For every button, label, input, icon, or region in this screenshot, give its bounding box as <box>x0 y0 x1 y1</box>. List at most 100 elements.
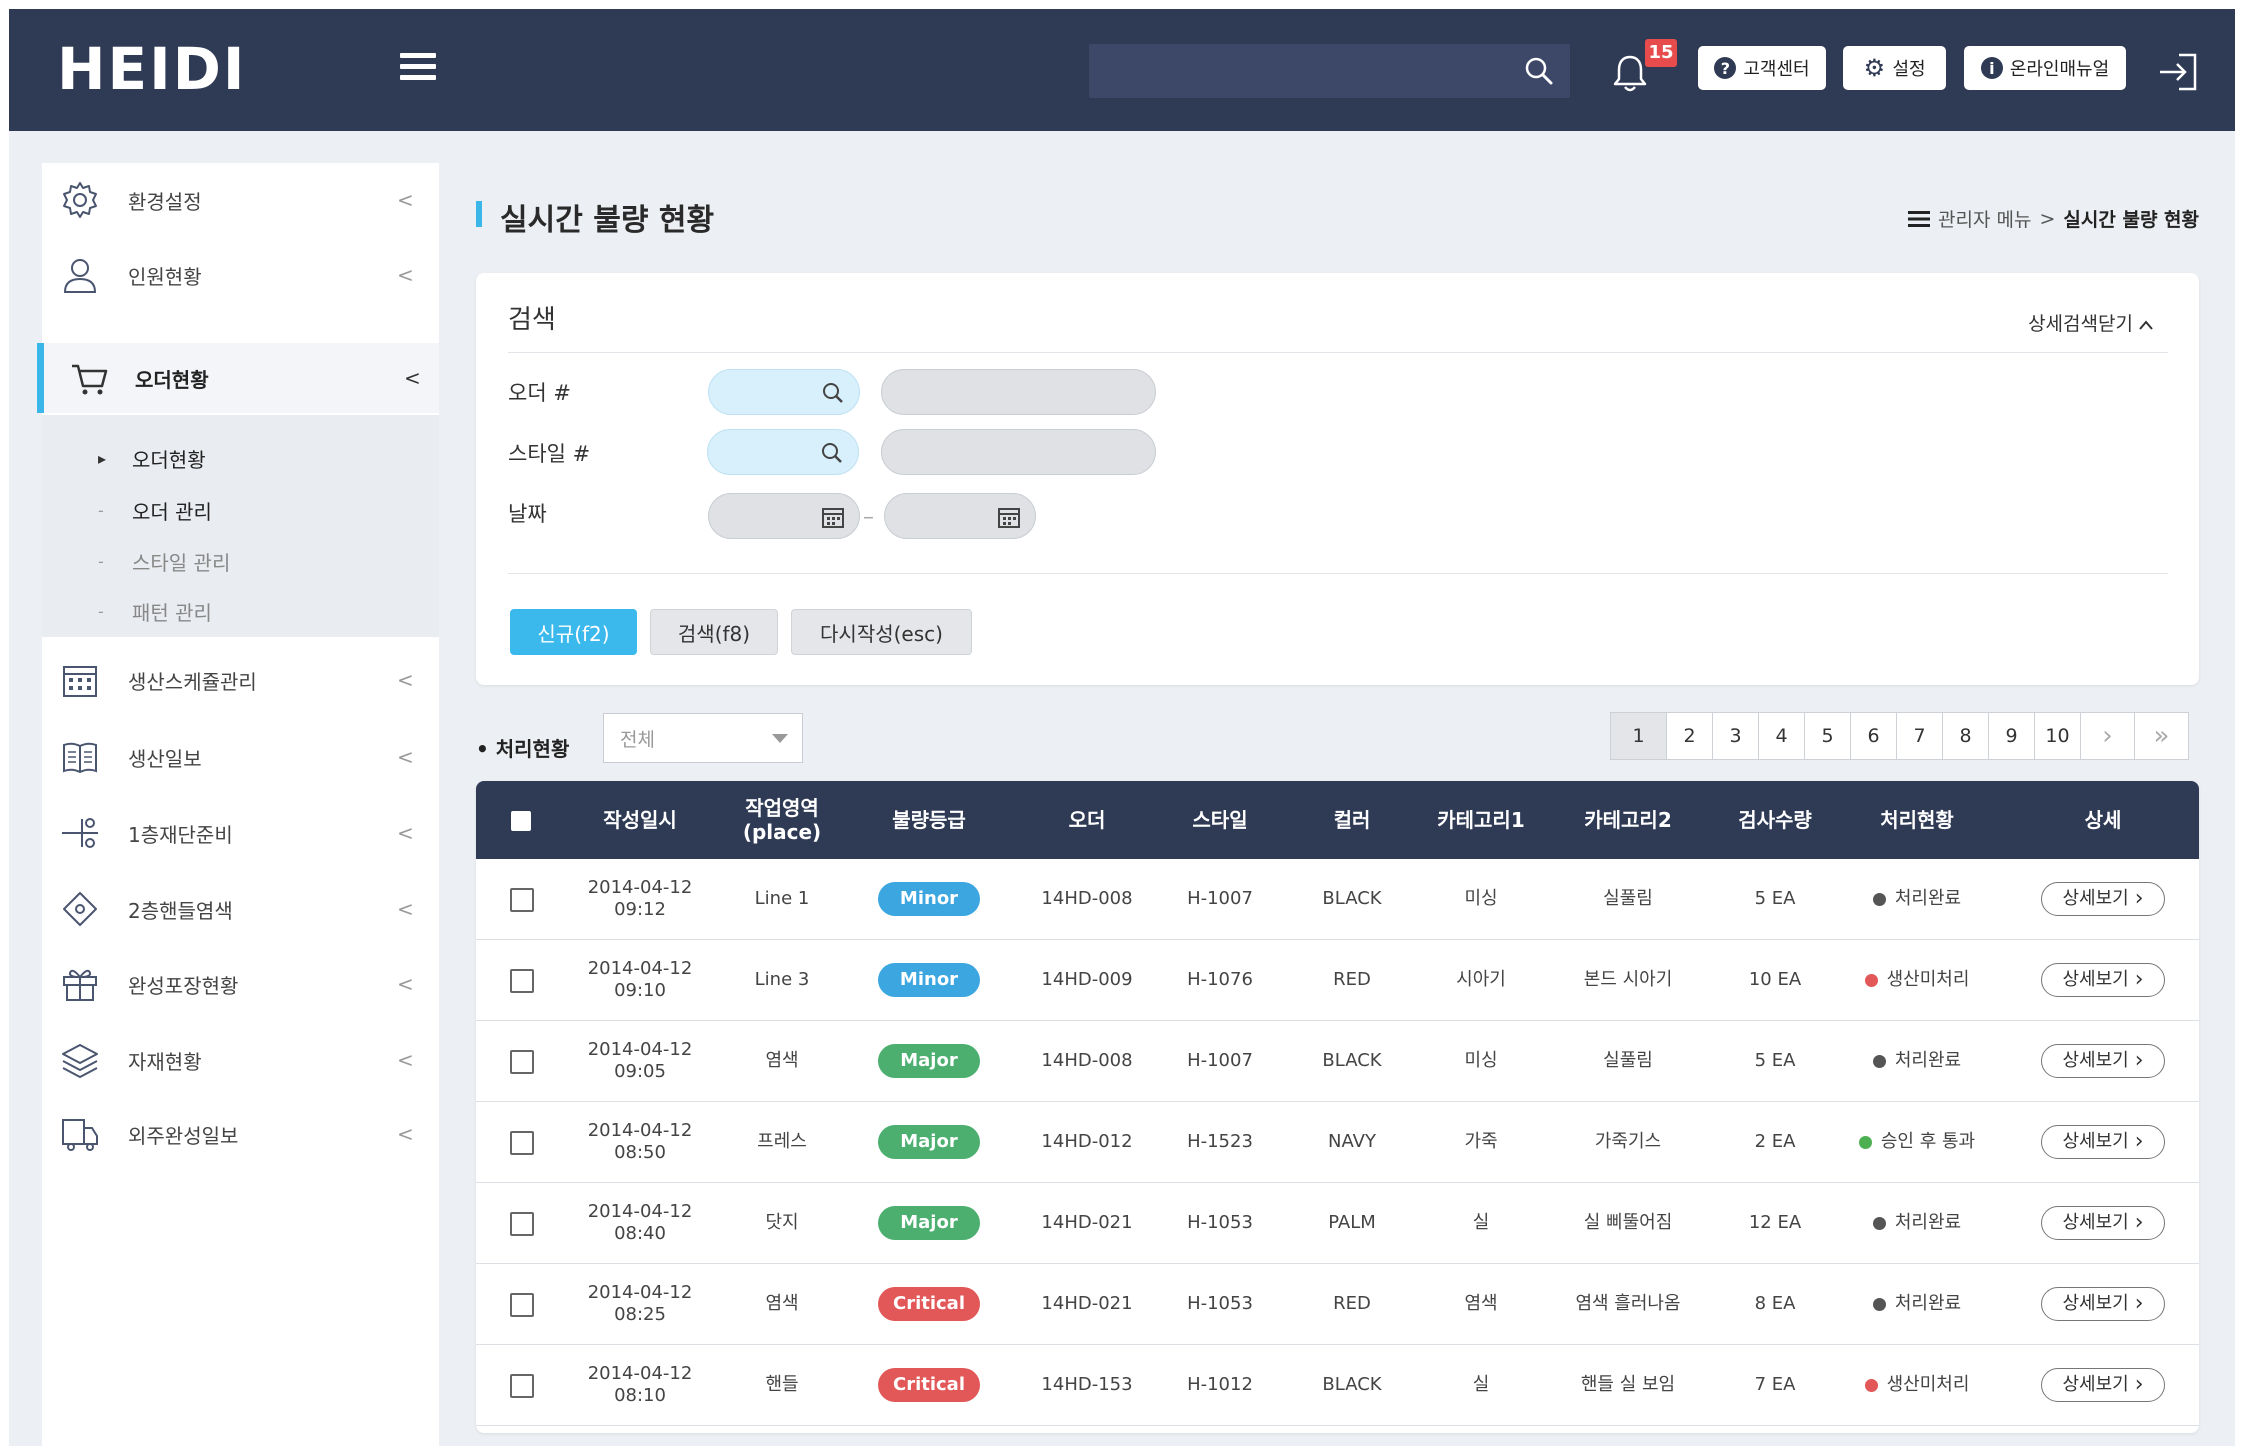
submenu-item-order-manage[interactable]: - 오더 관리 <box>42 487 439 533</box>
row-checkbox[interactable] <box>510 969 534 993</box>
page-button[interactable]: 4 <box>1758 712 1805 760</box>
status-dot-icon <box>1864 1378 1878 1392</box>
page-button[interactable]: 10 <box>2034 712 2081 760</box>
new-button[interactable]: 신규(f2) <box>510 609 637 655</box>
submenu-item-order-status[interactable]: ▸ 오더현황 <box>42 435 439 481</box>
dash-mark: - <box>98 551 104 571</box>
cell-color: BLACK <box>1292 1345 1412 1425</box>
cell-style-text: H-1076 <box>1187 969 1253 990</box>
select-all-checkbox[interactable] <box>511 811 531 831</box>
table-row[interactable]: 2014-04-12 08:10 핸들 Critical 14HD-153 H-1012 B… <box>476 1345 2199 1426</box>
page-button[interactable]: 1 <box>1610 712 1667 760</box>
detail-view-button[interactable]: 상세보기 › <box>2041 963 2165 997</box>
detail-view-button[interactable]: 상세보기 › <box>2041 882 2165 916</box>
table-row[interactable]: 2014-04-12 08:25 염색 Critical 14HD-021 H-1053 R… <box>476 1264 2199 1345</box>
cell-category1: 시아기 <box>1416 940 1546 1020</box>
info-icon: i <box>1980 57 2003 79</box>
header-col-style: 스타일 <box>1192 808 1248 832</box>
submenu-item-pattern-manage[interactable]: - 패턴 관리 <box>42 588 439 634</box>
online-manual-button[interactable]: i 온라인매뉴얼 <box>1964 46 2126 90</box>
cell-time-text: 08:10 <box>614 1385 666 1406</box>
sidebar-item-settings[interactable]: 환경설정 < <box>42 165 439 235</box>
sidebar-item-cutting-prep[interactable]: 1층재단준비 < <box>42 798 439 868</box>
customer-center-button[interactable]: ? 고객센터 <box>1698 46 1826 90</box>
chevron-left-icon: < <box>397 897 414 921</box>
calendar-icon[interactable] <box>997 505 1021 529</box>
notification-bell-icon[interactable] <box>1610 51 1650 95</box>
breadcrumb-parent[interactable]: 관리자 메뉴 <box>1938 205 2031 232</box>
cell-category1: 미싱 <box>1416 859 1546 939</box>
sidebar-item-handle-dyeing[interactable]: 2층핸들염색 < <box>42 874 439 944</box>
global-search-input[interactable] <box>1089 44 1509 98</box>
sidebar-item-label: 생산스케쥴관리 <box>128 669 257 694</box>
page-button[interactable]: 5 <box>1804 712 1851 760</box>
reset-button[interactable]: 다시작성(esc) <box>791 609 972 655</box>
chevron-left-icon: < <box>397 668 414 692</box>
search-icon[interactable] <box>1524 56 1554 86</box>
style-number-input[interactable] <box>707 429 859 475</box>
grade-badge: Major <box>878 1044 980 1078</box>
dash-mark: - <box>98 500 104 520</box>
style-name-field[interactable] <box>882 430 1155 474</box>
row-checkbox[interactable] <box>510 1131 534 1155</box>
detail-view-button[interactable]: 상세보기 › <box>2041 1287 2165 1321</box>
calendar-icon[interactable] <box>821 505 845 529</box>
search-icon[interactable] <box>820 441 844 465</box>
page-button[interactable]: 3 <box>1712 712 1759 760</box>
table-row[interactable]: 2014-04-12 08:40 닷지 Major 14HD-021 H-1053 PALM… <box>476 1183 2199 1264</box>
row-checkbox[interactable] <box>510 1374 534 1398</box>
table-row[interactable]: 2014-04-12 09:12 Line 1 Minor 14HD-008 H-1007… <box>476 859 2199 940</box>
status-dot-icon <box>1872 1054 1886 1068</box>
sidebar-item-packing-status[interactable]: 완성포장현황 < <box>42 949 439 1019</box>
calendar-icon <box>63 666 97 697</box>
cell-color-text: BLACK <box>1322 1050 1382 1071</box>
sidebar-item-staff[interactable]: 인원현황 < <box>42 240 439 310</box>
order-name-field[interactable] <box>882 370 1155 414</box>
collapse-search-toggle[interactable]: 상세검색닫기 <box>2028 309 2153 336</box>
submenu-item-style-manage[interactable]: - 스타일 관리 <box>42 538 439 584</box>
style-name-input[interactable] <box>881 429 1156 475</box>
detail-view-button[interactable]: 상세보기 › <box>2041 1125 2165 1159</box>
cell-order: 14HD-153 <box>1022 1345 1152 1425</box>
table-row[interactable]: 2014-04-12 09:10 Line 3 Minor 14HD-009 H-1076… <box>476 940 2199 1021</box>
cell-category2-text: 핸들 실 보임 <box>1580 1374 1676 1395</box>
sidebar-item-production-schedule[interactable]: 생산스케쥴관리 < <box>42 645 439 715</box>
app-logo[interactable]: HEIDI <box>57 35 246 103</box>
table-row[interactable]: 2014-04-12 08:50 프레스 Major 14HD-012 H-1523 NAV… <box>476 1102 2199 1183</box>
menu-toggle-icon[interactable] <box>400 53 436 81</box>
cell-category2-text: 실풀림 <box>1603 888 1653 909</box>
last-page-button[interactable]: » <box>2134 712 2189 760</box>
page-button[interactable]: 8 <box>1942 712 1989 760</box>
status-filter-select[interactable]: 전체 <box>603 713 803 763</box>
cell-grade: Minor <box>859 859 999 939</box>
row-checkbox[interactable] <box>510 888 534 912</box>
sidebar-item-outsourcing-daily[interactable]: 외주완성일보 < <box>42 1099 439 1169</box>
date-to-input[interactable] <box>884 493 1036 539</box>
global-search <box>1089 44 1570 98</box>
search-button[interactable]: 검색(f8) <box>650 609 778 655</box>
order-number-input[interactable] <box>708 369 860 415</box>
detail-view-button[interactable]: 상세보기 › <box>2041 1206 2165 1240</box>
table-row[interactable]: 2014-04-12 09:05 염색 Major 14HD-008 H-1007 BLAC… <box>476 1021 2199 1102</box>
page-button[interactable]: 7 <box>1896 712 1943 760</box>
page-button[interactable]: 2 <box>1666 712 1713 760</box>
detail-view-button[interactable]: 상세보기 › <box>2041 1368 2165 1402</box>
date-from-input[interactable] <box>708 493 860 539</box>
page-button[interactable]: 9 <box>1988 712 2035 760</box>
order-name-input[interactable] <box>881 369 1156 415</box>
detail-view-button[interactable]: 상세보기 › <box>2041 1044 2165 1078</box>
cell-style: H-1007 <box>1160 859 1280 939</box>
detail-view-label: 상세보기 <box>2062 888 2129 909</box>
sidebar-item-materials[interactable]: 자재현황 < <box>42 1025 439 1095</box>
next-page-button[interactable]: › <box>2080 712 2135 760</box>
dash-mark: - <box>98 601 104 621</box>
sidebar-item-production-daily[interactable]: 생산일보 < <box>42 722 439 792</box>
logout-icon[interactable] <box>2157 52 2199 92</box>
row-checkbox[interactable] <box>510 1293 534 1317</box>
row-checkbox[interactable] <box>510 1212 534 1236</box>
row-checkbox[interactable] <box>510 1050 534 1074</box>
settings-button[interactable]: ⚙ 설정 <box>1843 46 1946 90</box>
sidebar-item-orders[interactable]: 오더현황 < <box>37 343 439 413</box>
page-button[interactable]: 6 <box>1850 712 1897 760</box>
search-icon[interactable] <box>821 381 845 405</box>
